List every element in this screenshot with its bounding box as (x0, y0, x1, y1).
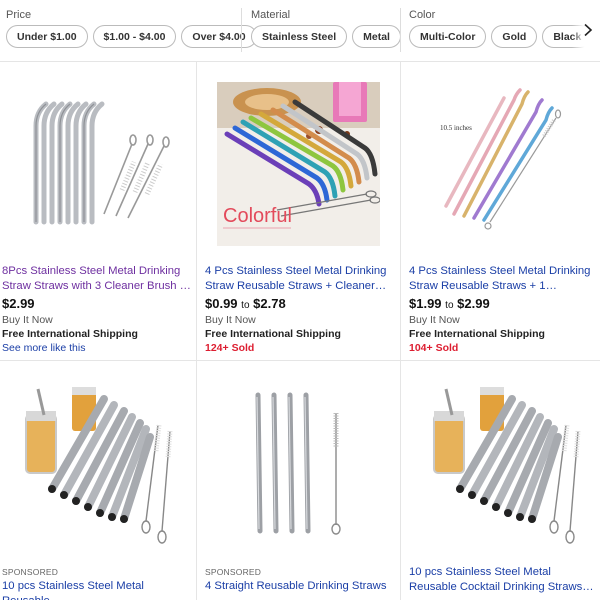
product-price: $0.99 to $2.78 (205, 296, 286, 311)
filter-divider (241, 8, 242, 52)
price-under-1-chip[interactable]: Under $1.00 (6, 25, 88, 48)
product-image[interactable] (218, 385, 380, 547)
product-card: Colorful 4 Pcs Stainless Steel Metal Dri… (196, 62, 400, 360)
material-metal-chip[interactable]: Metal (352, 25, 401, 48)
product-price: $1.99 to $2.99 (409, 296, 490, 311)
product-title[interactable]: 4 Pcs Stainless Steel Metal Drinking Str… (205, 264, 395, 294)
product-card: 10.5 inches 4 Pcs Stainless Steel Metal … (400, 62, 600, 360)
shipping-info: Free International Shipping (2, 328, 138, 340)
sponsored-label: SPONSORED (2, 567, 59, 577)
price-filter-label: Price (6, 9, 32, 21)
product-card: SPONSORED 4 Straight Reusable Drinking S… (196, 361, 400, 600)
material-filter-label: Material (251, 9, 291, 21)
product-price: $2.99 (2, 296, 35, 311)
product-title[interactable]: 8Pcs Stainless Steel Metal Drinking Stra… (2, 264, 192, 294)
product-title[interactable]: 4 Straight Reusable Drinking Straws (205, 579, 395, 594)
buying-format: Buy It Now (205, 314, 256, 326)
buying-format: Buy It Now (2, 314, 53, 326)
image-overlay-text: Colorful (223, 205, 292, 227)
product-card: 10 pcs Stainless Steel Metal Reusable Co… (400, 361, 600, 600)
chevron-right-icon[interactable] (578, 20, 598, 40)
price-low: $1.99 (409, 296, 442, 311)
product-image[interactable] (16, 82, 180, 246)
product-image[interactable] (12, 381, 180, 549)
shipping-info: Free International Shipping (205, 328, 341, 340)
image-overlay-text: 10.5 inches (440, 124, 472, 132)
product-image[interactable] (420, 381, 588, 549)
product-image[interactable]: 10.5 inches (424, 82, 588, 246)
buying-format: Buy It Now (409, 314, 460, 326)
price-1-to-4-chip[interactable]: $1.00 - $4.00 (92, 25, 177, 48)
filter-divider (400, 8, 401, 52)
price-separator: to (241, 300, 250, 311)
color-multi-color-chip[interactable]: Multi-Color (409, 25, 487, 48)
price-low: $0.99 (205, 296, 238, 311)
product-image[interactable]: Colorful (217, 82, 380, 246)
material-stainless-steel-chip[interactable]: Stainless Steel (251, 25, 348, 48)
product-title[interactable]: 10 pcs Stainless Steel Metal Reusable Co… (409, 565, 599, 595)
product-card: SPONSORED 10 pcs Stainless Steel Metal R… (0, 361, 196, 600)
price-high: $2.78 (253, 296, 286, 311)
price-separator: to (445, 300, 454, 311)
price-high: $2.99 (457, 296, 490, 311)
see-more-link[interactable]: See more like this (2, 342, 85, 354)
sold-count: 104+ Sold (409, 342, 459, 354)
material-filter-group: Material Stainless Steel Metal (251, 8, 401, 48)
product-title[interactable]: 10 pcs Stainless Steel Metal Reusable (2, 579, 192, 600)
sponsored-label: SPONSORED (205, 567, 262, 577)
filter-bar: Price Under $1.00 $1.00 - $4.00 Over $4.… (0, 0, 600, 62)
shipping-info: Free International Shipping (409, 328, 545, 340)
sold-count: 124+ Sold (205, 342, 255, 354)
product-card: 8Pcs Stainless Steel Metal Drinking Stra… (0, 62, 196, 360)
results-grid: 8Pcs Stainless Steel Metal Drinking Stra… (0, 62, 600, 600)
color-gold-chip[interactable]: Gold (491, 25, 538, 48)
product-title[interactable]: 4 Pcs Stainless Steel Metal Drinking Str… (409, 264, 599, 294)
price-over-4-chip[interactable]: Over $4.00 (181, 25, 257, 48)
price-filter-group: Price Under $1.00 $1.00 - $4.00 Over $4.… (6, 8, 257, 48)
